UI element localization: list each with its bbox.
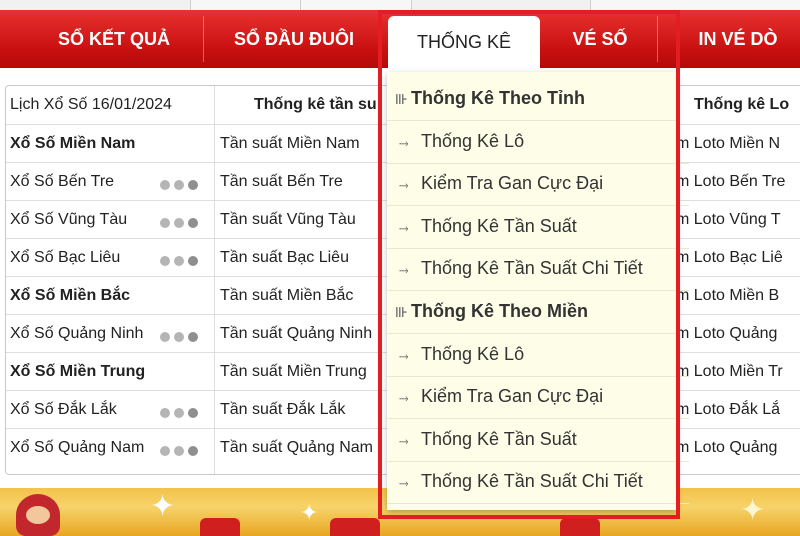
dropdown-item-label: Thống Kê Lô xyxy=(421,130,525,151)
dropdown-item-label: Thống Kê Tần Suất xyxy=(421,428,577,449)
dropdown-section-header: ⊪ Thống Kê Theo Miền xyxy=(387,291,677,334)
frequency-link[interactable]: Tần suất Miền Bắc xyxy=(220,277,390,315)
nav-so-dau-duoi[interactable]: SỔ ĐẦU ĐUÔI xyxy=(212,10,376,68)
top-strip xyxy=(0,0,800,11)
nav-so-ket-qua[interactable]: SỔ KẾT QUẢ xyxy=(34,10,194,68)
dropdown-menu-item[interactable]: ⤑ Thống Kê Tần Suất Chi Tiết xyxy=(387,248,689,292)
dropdown-item-label: Thống Kê Lô xyxy=(421,343,525,364)
status-dots-icon xyxy=(156,329,198,342)
header-loto: Thống kê Lo xyxy=(694,96,790,113)
loto-link[interactable]: m Loto Bến Tre xyxy=(676,163,800,201)
frequency-link[interactable]: Tần suất Bến Tre xyxy=(220,163,390,201)
dotted-arrow-icon: ⤑ xyxy=(399,178,409,193)
dotted-arrow-icon: ⤑ xyxy=(399,348,409,363)
dropdown-menu-item[interactable]: ⤑ Kiểm Tra Gan Cực Đại xyxy=(387,376,689,420)
sparkle-icon: ✦ xyxy=(740,494,766,527)
header-schedule: Lịch Xổ Số 16/01/2024 xyxy=(10,96,172,113)
frequency-link[interactable]: Tần suất Vũng Tàu xyxy=(220,201,390,239)
dropdown-menu-item[interactable]: ⤑ Kiểm Tra Gan Cực Đại xyxy=(387,163,689,207)
sparkle-icon: ✦ xyxy=(300,500,319,525)
loto-link[interactable]: m Loto Quảng xyxy=(676,429,800,467)
dropdown-item-label: Thống Kê Theo Tỉnh xyxy=(411,88,585,108)
frequency-link[interactable]: Tần suất Quảng Nam xyxy=(220,429,390,467)
dropdown-section-header: ⊪ Thống Kê Theo Tỉnh xyxy=(387,78,677,121)
loto-link[interactable]: m Loto Bạc Liê xyxy=(676,239,800,277)
banner-text-fragment xyxy=(560,518,600,536)
lottery-link[interactable]: Xổ Số Miền Nam xyxy=(10,125,210,163)
status-dots-icon xyxy=(156,215,198,228)
loto-link[interactable]: m Loto Miền Tr xyxy=(676,353,800,391)
sparkle-icon: ✦ xyxy=(150,490,176,523)
dotted-arrow-icon: ⤑ xyxy=(399,391,409,406)
nav-separator xyxy=(203,16,204,62)
dropdown-menu-item[interactable]: ⤑ Thống Kê Lô xyxy=(387,334,689,377)
lottery-link[interactable]: Xổ Số Miền Bắc xyxy=(10,277,210,315)
dotted-arrow-icon: ⤑ xyxy=(399,476,409,491)
frequency-link[interactable]: Tần suất Miền Nam xyxy=(220,125,390,163)
dropdown-menu-item[interactable]: ⤑ Thống Kê Lô xyxy=(387,121,689,164)
dropdown-menu-item[interactable]: ⤑ Thống Kê Tần Suất xyxy=(387,419,689,462)
loto-link[interactable]: m Loto Miền B xyxy=(676,277,800,315)
loto-link[interactable]: m Loto Đắk Lắ xyxy=(676,391,800,429)
loto-link[interactable]: m Loto Vũng T xyxy=(676,201,800,239)
status-dots-icon xyxy=(156,177,198,190)
lottery-link[interactable]: Xổ Số Miền Trung xyxy=(10,353,210,391)
dropdown-menu-item[interactable]: ⤑ Thống Kê Tần Suất xyxy=(387,206,689,249)
loto-link[interactable]: m Loto Quảng xyxy=(676,315,800,353)
nav-in-ve-do[interactable]: IN VÉ DÒ xyxy=(676,10,800,68)
frequency-link[interactable]: Tần suất Miền Trung xyxy=(220,353,390,391)
dotted-arrow-icon: ⤑ xyxy=(399,220,409,235)
dropdown-item-label: Kiểm Tra Gan Cực Đại xyxy=(421,386,604,407)
dropdown-item-label: Thống Kê Theo Miền xyxy=(411,301,588,321)
main-nav: SỔ KẾT QUẢ SỔ ĐẦU ĐUÔI THỐNG KÊ VÉ SỐ IN… xyxy=(0,10,800,78)
frequency-link[interactable]: Tần suất Bạc Liêu xyxy=(220,239,390,277)
dotted-arrow-icon: ⤑ xyxy=(399,433,409,448)
status-dots-icon xyxy=(156,443,198,456)
nav-thong-ke[interactable]: THỐNG KÊ xyxy=(388,16,540,78)
nav-ve-so[interactable]: VÉ SỐ xyxy=(550,10,650,68)
dropdown-item-label: Kiểm Tra Gan Cực Đại xyxy=(421,173,604,194)
dotted-arrow-icon: ⤑ xyxy=(399,263,409,278)
banner-text-fragment xyxy=(200,518,240,536)
dropdown-menu-item[interactable]: ⤑ Thống Kê Tần Suất Chi Tiết xyxy=(387,461,689,505)
dropdown-item-label: Thống Kê Tần Suất Chi Tiết xyxy=(421,258,643,279)
arrow-tree-icon: ⊪ xyxy=(395,304,408,320)
status-dots-icon xyxy=(156,405,198,418)
frequency-link[interactable]: Tần suất Đắk Lắk xyxy=(220,391,390,429)
loto-link[interactable]: m Loto Miền N xyxy=(676,125,800,163)
frequency-link[interactable]: Tần suất Quảng Ninh xyxy=(220,315,390,353)
status-dots-icon xyxy=(156,253,198,266)
banner-text-fragment xyxy=(330,518,380,536)
dotted-arrow-icon: ⤑ xyxy=(399,135,409,150)
dropdown-item-label: Thống Kê Tần Suất xyxy=(421,215,577,236)
fortune-god-face xyxy=(26,506,50,524)
thong-ke-dropdown-menu: ⊪ Thống Kê Theo Tỉnh ⤑ Thống Kê Lô ⤑ Kiểm Tra… xyxy=(387,72,689,510)
arrow-tree-icon: ⊪ xyxy=(395,91,408,107)
dropdown-item-label: Thống Kê Tần Suất Chi Tiết xyxy=(421,471,643,492)
nav-separator xyxy=(657,16,658,62)
